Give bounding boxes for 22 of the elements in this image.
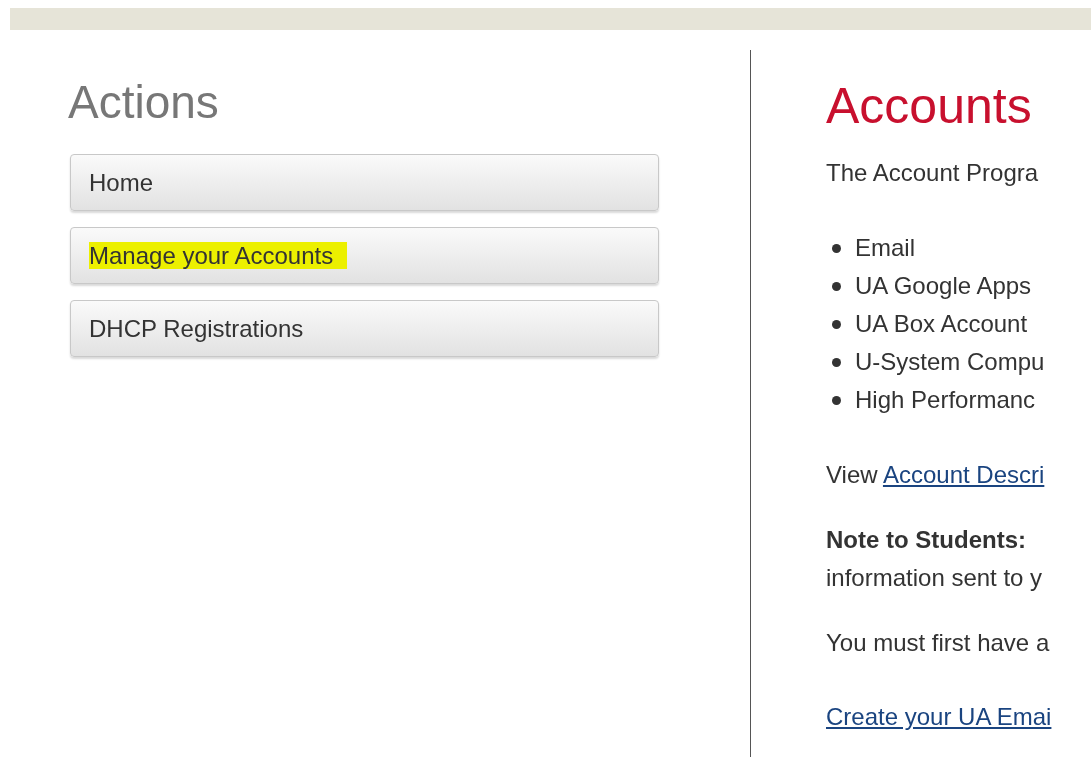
page-title: Accounts [826,77,1033,136]
bullet-icon [832,281,841,291]
bullet-icon [832,357,841,367]
sidebar-title: Actions [68,75,220,130]
account-description-link[interactable]: Account Descri [882,461,1045,488]
list-item: UA Google Apps [855,271,1032,301]
list-item: U-System Compu [855,347,1045,377]
bullet-icon [832,319,841,329]
bullet-icon [832,243,841,253]
intro-text: The Account Progra [826,158,1040,188]
note-text: Note to Students: [826,525,1027,555]
sidebar-button[interactable]: Manage your Accounts [70,227,659,284]
bullet-icon [832,395,841,405]
note-text: information sent to y [826,563,1044,593]
list-item: UA Box Account [855,309,1028,339]
list-item: High Performanc [855,385,1036,415]
sidebar-button[interactable]: Home [70,154,659,211]
must-text: You must first have a [826,628,1051,658]
view-text: View [826,461,878,488]
sidebar-button[interactable]: DHCP Registrations [70,300,659,357]
list-item: Email [855,233,915,263]
create-email-link[interactable]: Create your UA Emai [826,703,1052,730]
